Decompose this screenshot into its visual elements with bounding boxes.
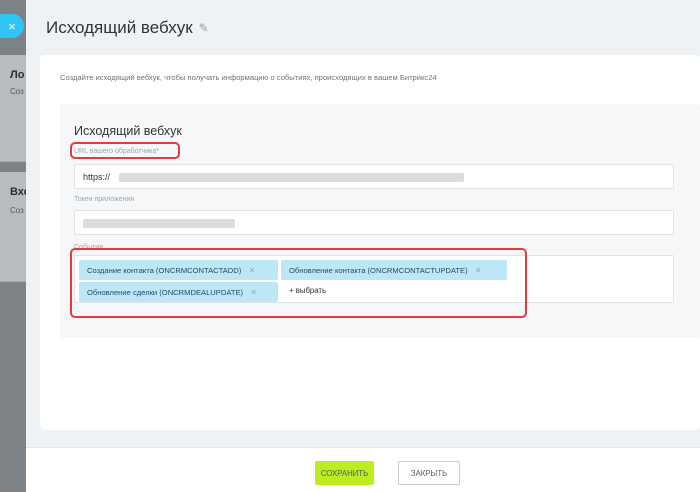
save-button[interactable]: СОХРАНИТЬ bbox=[315, 461, 374, 485]
event-chip-label: Обновление контакта (ONCRMCONTACTUPDATE) bbox=[289, 265, 468, 275]
close-icon: × bbox=[8, 18, 16, 34]
url-label: URL вашего обработчика* bbox=[74, 148, 160, 155]
url-value: https:// bbox=[83, 172, 111, 182]
add-event-link[interactable]: + выбрать bbox=[289, 286, 326, 295]
token-label: Токен приложения bbox=[74, 196, 135, 203]
slider-footer: СОХРАНИТЬ ЗАКРЫТЬ bbox=[26, 447, 700, 492]
webhook-description: Создайте исходящий вебхук, чтобы получат… bbox=[60, 73, 437, 82]
events-label: События bbox=[74, 244, 103, 251]
event-chip[interactable]: Обновление контакта (ONCRMCONTACTUPDATE)… bbox=[281, 260, 507, 280]
token-field[interactable] bbox=[74, 210, 674, 235]
pencil-icon[interactable]: ✎ bbox=[199, 21, 209, 35]
events-selector[interactable]: Создание контакта (ONCRMCONTACTADD) × Об… bbox=[74, 255, 674, 303]
background-card-subtitle: Соз bbox=[10, 87, 24, 96]
remove-icon[interactable]: × bbox=[249, 265, 254, 275]
close-button[interactable]: ЗАКРЫТЬ bbox=[398, 461, 460, 485]
event-chip-label: Создание контакта (ONCRMCONTACTADD) bbox=[87, 265, 242, 275]
remove-icon[interactable]: × bbox=[476, 265, 481, 275]
slider-title: Исходящий вебхук bbox=[46, 18, 193, 37]
close-slider-button[interactable]: × bbox=[0, 14, 24, 38]
background-card-subtitle: Соз bbox=[10, 206, 24, 215]
background-card-title: Ло bbox=[10, 69, 25, 81]
blurred-url bbox=[119, 173, 464, 182]
blurred-token bbox=[83, 219, 235, 228]
slider-header: Исходящий вебхук ✎ bbox=[46, 18, 209, 38]
url-field[interactable]: https:// bbox=[74, 164, 674, 189]
remove-icon[interactable]: × bbox=[251, 287, 256, 297]
event-chip[interactable]: Создание контакта (ONCRMCONTACTADD) × bbox=[79, 260, 278, 280]
slider-content: Создайте исходящий вебхук, чтобы получат… bbox=[40, 55, 700, 430]
webhook-slider: Исходящий вебхук ✎ Создайте исходящий ве… bbox=[26, 0, 700, 492]
panel-title: Исходящий вебхук bbox=[74, 124, 182, 138]
event-chip[interactable]: Обновление сделки (ONCRMDEALUPDATE) × bbox=[79, 282, 278, 302]
webhook-form-panel: Исходящий вебхук URL вашего обработчика*… bbox=[60, 104, 700, 338]
event-chip-label: Обновление сделки (ONCRMDEALUPDATE) bbox=[87, 287, 244, 297]
